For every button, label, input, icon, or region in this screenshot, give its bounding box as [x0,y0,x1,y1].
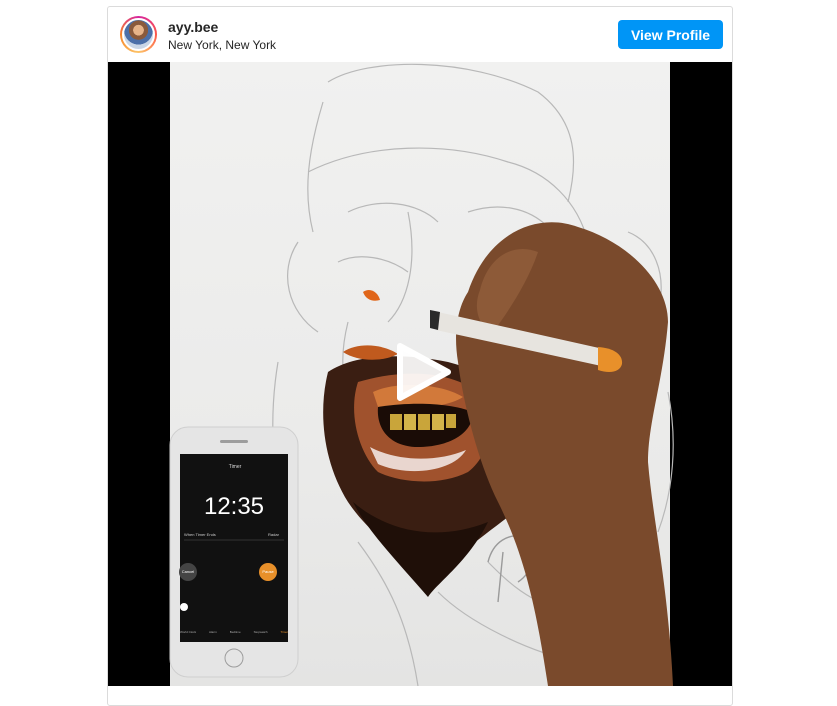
user-info: ayy.bee New York, New York [168,19,276,53]
post-header: ayy.bee New York, New York View Profile [108,7,732,62]
phone-row-value: Radar [268,532,279,537]
phone-tab-stopwatch: Stopwatch [253,630,268,634]
phone-cancel-label: Cancel [181,569,195,574]
phone-tab-bedtime: Bedtime [229,630,241,634]
avatar[interactable] [120,16,157,53]
phone-time-display: 12:35 [203,493,265,520]
username[interactable]: ayy.bee [168,19,276,36]
phone-pause-label: Pause [262,569,274,574]
instagram-embed-card: ayy.bee New York, New York View Profile [107,6,733,706]
phone-tab-world-clock: World Clock [180,630,197,634]
phone-tab-timer: Timer [280,630,288,634]
location[interactable]: New York, New York [168,37,276,53]
avatar-image [122,18,155,51]
phone-tab-alarm: Alarm [208,630,217,634]
post-video[interactable]: Timer 12:35 When Timer Ends Radar Cancel… [108,62,732,686]
phone-timer-title: Timer [228,464,242,470]
view-profile-button[interactable]: View Profile [618,20,723,49]
phone-row-label: When Timer Ends [184,532,216,537]
phone-tab-bar: World Clock Alarm Bedtime Stopwatch Time… [180,630,288,634]
play-icon[interactable] [390,340,454,404]
